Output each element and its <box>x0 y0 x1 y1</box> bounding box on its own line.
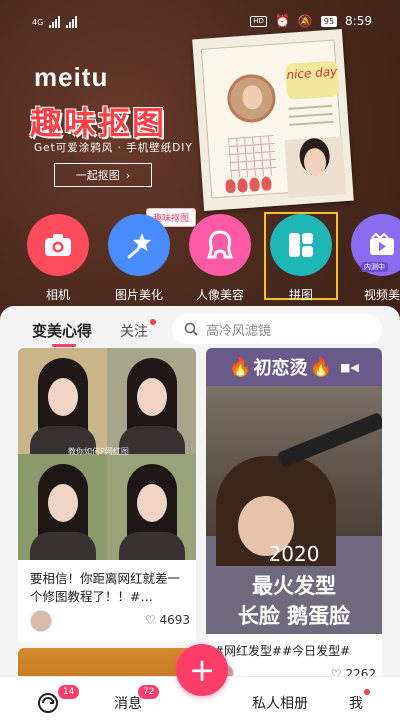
banner-cta-label: 一起抠图 <box>75 169 120 182</box>
feed-tabs: 变美心得 关注 高冷风滤镜 <box>0 306 400 350</box>
banner-cta-button[interactable]: 一起抠图 › <box>54 163 152 187</box>
card-image: 教你如何P网红图 <box>18 348 196 560</box>
face-icon <box>189 214 251 276</box>
feature-video[interactable]: 内测中 视频美 <box>346 214 400 303</box>
clock: 8:59 <box>345 14 372 28</box>
feed-card[interactable]: 教你如何P网红图 要相信！你距离网红就差一个修图教程了！！#… ♡ 4693 <box>18 348 196 642</box>
collage-icon <box>270 214 332 276</box>
banner-illustration: nice day <box>192 28 354 212</box>
card-overlay-line2: 最火发型 <box>252 574 336 598</box>
avatar[interactable] <box>30 610 52 632</box>
card-title: 要相信！你距离网红就差一个修图教程了！！#… <box>30 571 181 604</box>
like-count: 4693 <box>159 613 190 627</box>
carrier-label: 4G <box>32 17 44 27</box>
card-header: 🔥 初恋烫 🔥 ■◀ <box>206 348 382 386</box>
fire-icon: 🔥 <box>229 356 252 378</box>
fire-icon: 🔥 <box>309 356 332 378</box>
portrait-sticker <box>225 72 278 125</box>
follow-notification-dot <box>150 319 156 325</box>
feature-collage[interactable]: 拼图 <box>265 214 337 303</box>
card-overlay-year: 2020 <box>268 542 320 566</box>
card-overlay-line3: 长脸 鹅蛋脸 <box>237 604 351 628</box>
feature-portrait-label: 人像美容 <box>195 288 244 302</box>
video-camera-icon: ■◀ <box>339 360 359 374</box>
tab-active-indicator <box>52 344 76 347</box>
tab-follow[interactable]: 关注 <box>120 321 148 341</box>
mute-icon: 🔕 <box>297 14 313 28</box>
card-footer: ♡ 4693 <box>30 610 190 632</box>
like-button[interactable]: ♡ 4693 <box>145 613 190 627</box>
search-icon <box>184 322 198 336</box>
battery-icon: 95 <box>320 15 338 27</box>
notebook-page: nice day <box>200 39 347 200</box>
signal-icon <box>49 16 61 28</box>
nice-day-sticker: nice day <box>285 60 340 100</box>
me-notification-dot <box>364 689 370 695</box>
search-placeholder: 高冷风滤镜 <box>206 323 272 339</box>
feature-camera[interactable]: 相机 <box>22 214 94 303</box>
video-icon: 内测中 <box>351 214 400 276</box>
card-image: 2020 最火发型 长脸 鹅蛋脸 <box>206 386 382 634</box>
nav-me[interactable]: 我 <box>336 677 376 728</box>
nav-private-album[interactable]: 私人相册 <box>240 677 320 728</box>
refresh-icon <box>38 693 58 713</box>
app-screen: 4G HD ⏰ 🔕 95 8:59 meitu 趣味抠图 Get可爱涂鸦风 · … <box>0 0 400 728</box>
card-tags: #网红发型##今日发型# <box>214 644 351 658</box>
chevron-right-icon: › <box>125 168 131 182</box>
feature-video-label: 视频美 <box>363 288 400 302</box>
banner-subtitle: Get可爱涂鸦风 · 手机壁纸DIY <box>34 142 193 154</box>
nav-home[interactable]: 14 <box>20 677 80 728</box>
nav-messages[interactable]: 消息 72 <box>100 677 160 728</box>
card-image-caption: 教你如何P网红图 <box>68 447 129 456</box>
brand-logo: meitu <box>34 62 109 92</box>
camera-icon <box>27 214 89 276</box>
heart-icon: ♡ <box>144 613 156 627</box>
nav-messages-label: 消息 <box>114 696 142 712</box>
card-header-title: 初恋烫 <box>253 358 308 379</box>
feature-row: 相机 图片美化 人像美容 拼图 内测中 视频美 <box>0 214 400 304</box>
nav-album-label: 私人相册 <box>252 696 308 712</box>
alarm-icon: ⏰ <box>274 14 290 28</box>
banner-title: 趣味抠图 <box>30 104 167 142</box>
feature-portrait[interactable]: 人像美容 <box>184 214 256 303</box>
feature-collage-label: 拼图 <box>288 288 313 302</box>
messages-badge: 72 <box>138 685 160 699</box>
signal-icon-2 <box>66 16 78 28</box>
nav-me-label: 我 <box>349 696 363 712</box>
feed-card[interactable]: 🔥 初恋烫 🔥 ■◀ 2020 最火发型 长脸 鹅蛋脸 #网红发型##今日发型#… <box>206 348 382 684</box>
feature-camera-label: 相机 <box>45 288 70 302</box>
video-beta-badge: 内测中 <box>361 262 388 272</box>
calendar-grid <box>228 134 277 179</box>
flower-doodles <box>225 174 286 200</box>
create-button[interactable]: + <box>176 644 228 696</box>
home-badge: 14 <box>58 685 80 699</box>
tab-beauty-tips[interactable]: 变美心得 <box>32 320 92 341</box>
portrait-photo <box>284 136 347 199</box>
hd-icon: HD <box>250 15 267 27</box>
magic-wand-icon <box>108 214 170 276</box>
feature-photo-edit[interactable]: 图片美化 <box>103 214 175 303</box>
search-input[interactable]: 高冷风滤镜 <box>172 314 382 344</box>
feature-photo-edit-label: 图片美化 <box>114 288 163 302</box>
